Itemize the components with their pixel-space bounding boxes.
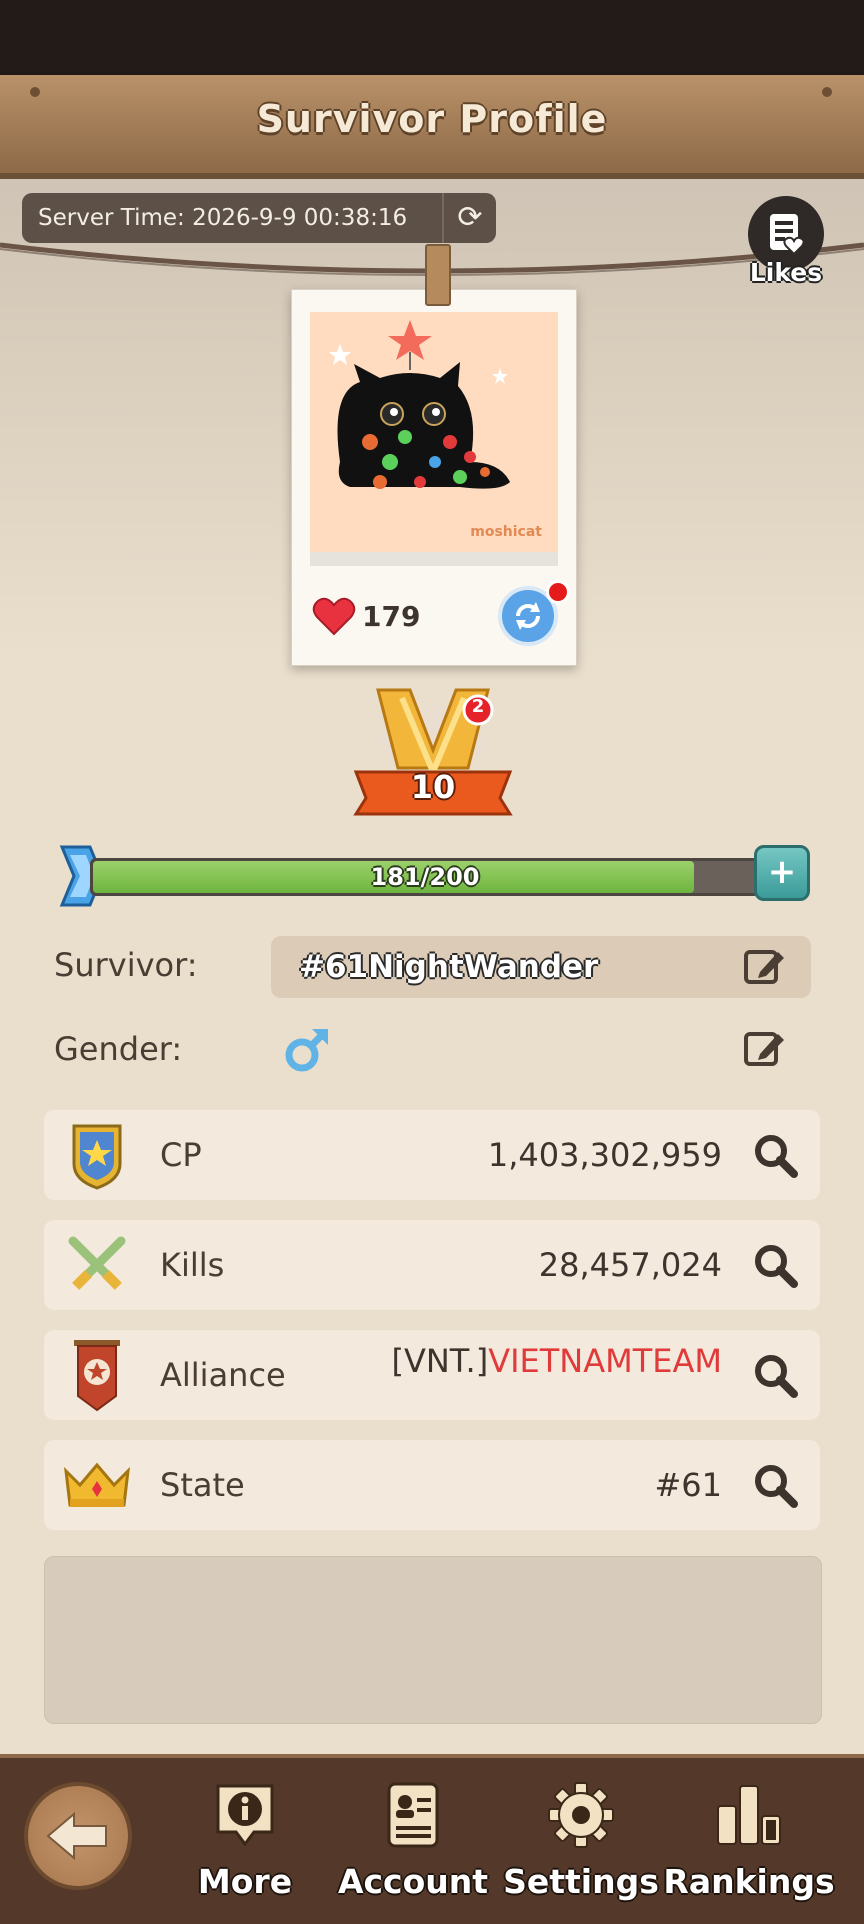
alliance-name[interactable]: VIETNAMTEAM (488, 1342, 722, 1380)
gear-icon (546, 1780, 616, 1850)
nav-label: Settings (503, 1862, 659, 1901)
xp-progress-bar: 181/200 (90, 858, 760, 896)
gender-label: Gender: (54, 1030, 183, 1068)
shield-star-icon (56, 1118, 138, 1192)
stat-value: #61 (654, 1466, 722, 1504)
nav-label: Rankings (663, 1862, 835, 1901)
survivor-name: #61NightWander (299, 949, 599, 985)
search-icon[interactable] (752, 1242, 798, 1288)
bar-chart-icon (714, 1780, 784, 1850)
nail-decoration (30, 87, 40, 97)
stat-label: Kills (160, 1246, 225, 1284)
avatar-photo: moshicat (310, 312, 558, 552)
alliance-tag: [VNT.] (391, 1342, 489, 1380)
stat-row-alliance: Alliance [VNT.]VIETNAMTEAM (44, 1330, 820, 1420)
back-arrow-icon (46, 1812, 107, 1860)
stat-value: 28,457,024 (538, 1246, 722, 1284)
nav-label: Account (337, 1862, 489, 1901)
stat-label: Alliance (160, 1356, 286, 1394)
photo-watermark: moshicat (470, 524, 542, 540)
back-button[interactable] (24, 1782, 132, 1890)
alliance-banner-icon (56, 1338, 138, 1412)
likes-label: Likes (749, 258, 823, 287)
survivor-name-field: #61NightWander (271, 936, 811, 998)
clothespin-decoration (425, 244, 451, 306)
heart-icon (312, 597, 356, 636)
avatar-likes: 179 (312, 596, 420, 636)
avatar-card[interactable]: moshicat 179 (291, 289, 577, 666)
rank-badge[interactable]: 10 2 (340, 680, 526, 830)
xp-text: 181/200 (370, 863, 480, 891)
rank-notification-count: 2 (471, 696, 485, 717)
search-icon[interactable] (752, 1462, 798, 1508)
notification-dot (546, 580, 570, 604)
nav-rankings[interactable]: Rankings (663, 1780, 835, 1908)
crossed-swords-icon (56, 1228, 138, 1302)
stat-label: State (160, 1466, 245, 1504)
search-icon[interactable] (752, 1132, 798, 1178)
page-title: Survivor Profile (256, 97, 608, 141)
crown-icon (56, 1448, 138, 1522)
server-time: Server Time: 2026-9-9 00:38:16 ⟳ (22, 193, 496, 243)
nav-account[interactable]: Account (338, 1780, 488, 1908)
stat-row-cp: CP 1,403,302,959 (44, 1110, 820, 1200)
nav-label: More (197, 1862, 293, 1901)
stat-label: CP (160, 1136, 202, 1174)
likes-count-value: 179 (362, 599, 421, 633)
stat-row-kills: Kills 28,457,024 (44, 1220, 820, 1310)
info-icon (210, 1780, 280, 1850)
refresh-icon (516, 602, 540, 630)
nav-settings[interactable]: Settings (503, 1780, 659, 1908)
edit-name-icon[interactable] (742, 944, 786, 988)
server-time-text: Server Time: 2026-9-9 00:38:16 (38, 205, 408, 231)
search-icon[interactable] (752, 1352, 798, 1398)
edit-gender-icon[interactable] (742, 1026, 786, 1070)
survivor-label: Survivor: (54, 946, 198, 984)
rank-level: 10 (410, 768, 456, 806)
likes-button[interactable]: Likes (746, 196, 826, 290)
nail-decoration (822, 87, 832, 97)
header: Survivor Profile (0, 75, 864, 179)
stat-value: 1,403,302,959 (487, 1136, 722, 1174)
refresh-icon[interactable]: ⟳ (442, 193, 496, 243)
id-card-icon (378, 1780, 448, 1850)
bottom-nav: More Account Settings Rankings (0, 1754, 864, 1924)
status-bar (0, 0, 864, 75)
add-xp-button[interactable]: + (754, 845, 810, 901)
photo-caption-bar (310, 552, 558, 566)
male-icon (285, 1029, 328, 1072)
stat-row-state: State #61 (44, 1440, 820, 1530)
nav-more[interactable]: More (170, 1780, 320, 1908)
bio-panel (44, 1556, 822, 1724)
alliance-value: [VNT.]VIETNAMTEAM (382, 1340, 722, 1382)
